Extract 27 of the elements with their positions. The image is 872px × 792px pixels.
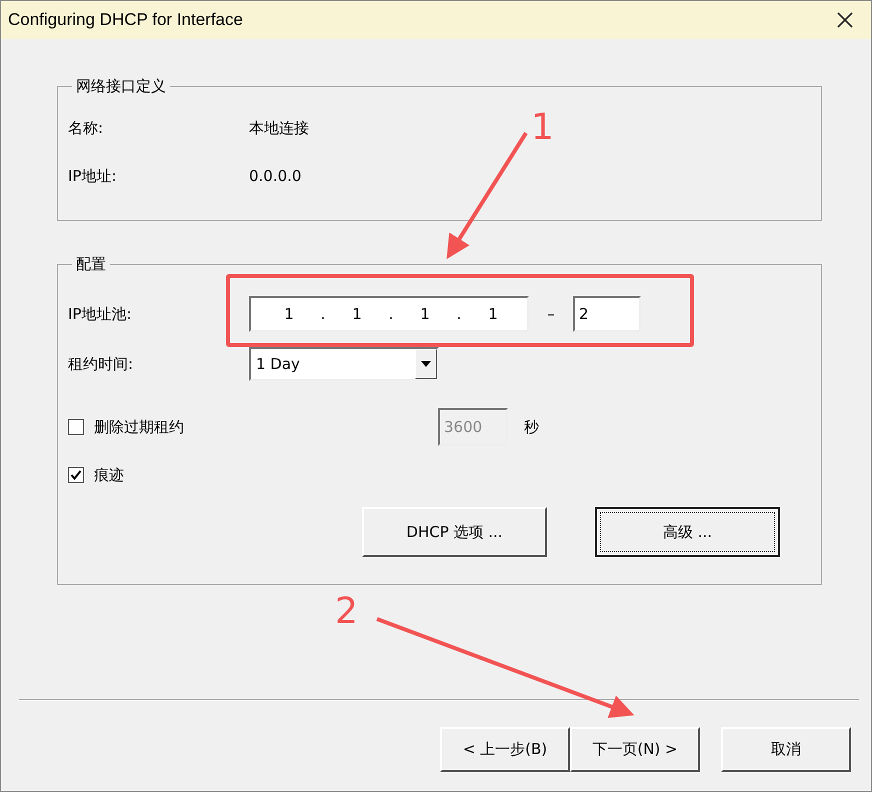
field-label: IP地址: [68, 166, 118, 186]
back-button[interactable]: < 上一步(B) [440, 727, 570, 772]
checkbox-label: 删除过期租约 [94, 418, 185, 436]
annotation-number: 2 [335, 591, 358, 632]
window-title: Configuring DHCP for Interface [8, 10, 243, 30]
field-label: IP地址池: [68, 304, 133, 324]
caret-icon [421, 361, 431, 367]
group-title: 网络接口定义 [75, 77, 167, 96]
next-button[interactable]: 下一页(N) > [570, 727, 700, 772]
checkbox-label: 痕迹 [94, 466, 125, 484]
advanced-button[interactable]: 高级 ... [595, 507, 780, 557]
ip-address-field[interactable]: 1 . 1 . 1 . 1 [249, 296, 529, 332]
field-label: 租约时间: [68, 354, 134, 374]
range-separator: – [546, 305, 556, 323]
field-value: 0.0.0.0 [249, 167, 302, 185]
range-end-field[interactable]: 2 [573, 296, 641, 332]
unit-label: 秒 [524, 418, 539, 436]
lease-time-dropdown[interactable]: 1 Day [249, 347, 439, 381]
cancel-button[interactable]: 取消 [721, 727, 851, 772]
group-title: 配置 [75, 255, 107, 274]
close-icon[interactable] [837, 12, 853, 28]
annotation-number: 1 [531, 107, 554, 148]
checkbox[interactable] [68, 467, 84, 483]
field-value: 本地连接 [249, 118, 309, 138]
checkbox[interactable] [68, 419, 84, 435]
dhcp-options-button[interactable]: DHCP 选项 ... [362, 507, 547, 557]
field-label: 名称: [68, 118, 104, 138]
